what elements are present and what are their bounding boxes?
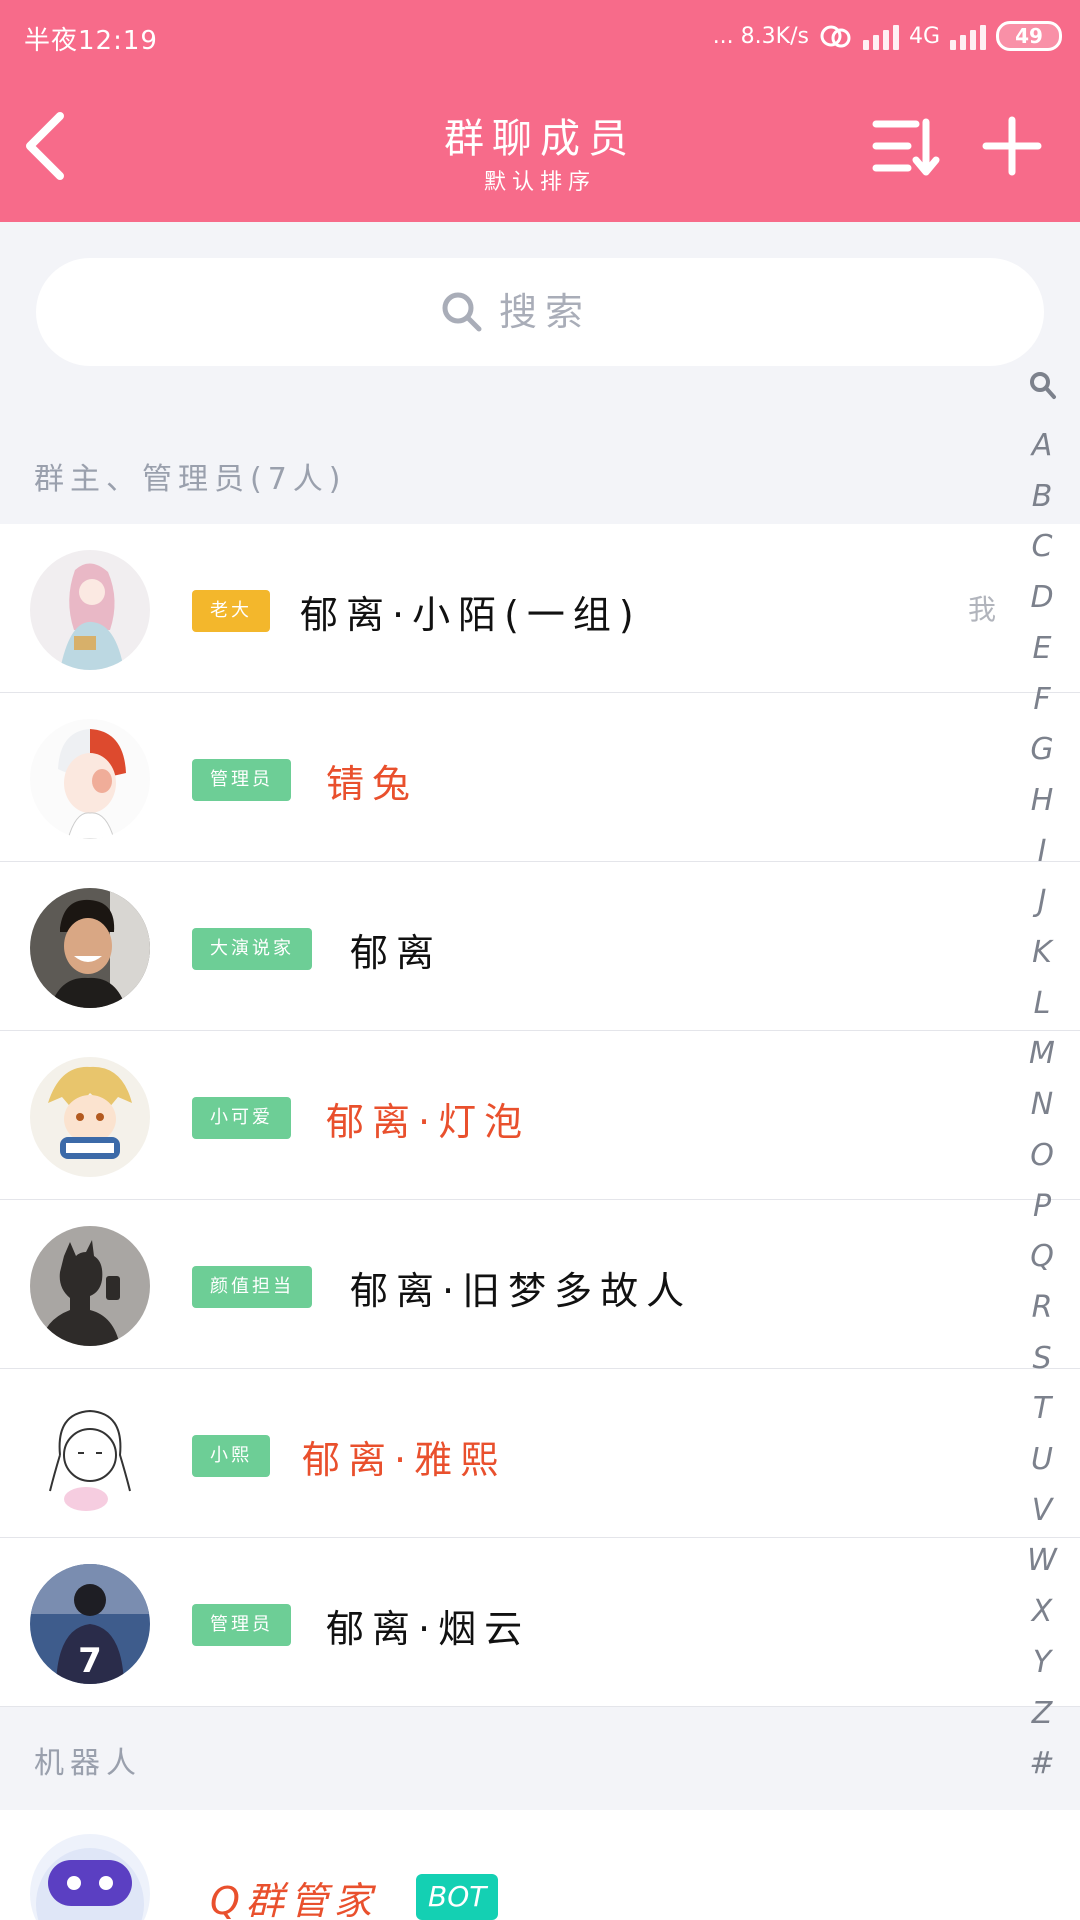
alpha-letter-t[interactable]: T	[1022, 1391, 1062, 1426]
add-member-icon[interactable]	[982, 116, 1042, 176]
alpha-letter-x[interactable]: X	[1022, 1594, 1062, 1629]
alpha-letter-r[interactable]: R	[1022, 1290, 1062, 1325]
avatar[interactable]	[30, 550, 150, 670]
role-badge: 管理员	[192, 1604, 291, 1646]
search-icon[interactable]	[1028, 370, 1058, 402]
alpha-letter-f[interactable]: F	[1022, 682, 1062, 717]
sort-mode-label[interactable]: 默认排序	[340, 164, 740, 196]
alpha-letter-g[interactable]: G	[1022, 732, 1062, 767]
battery-level: 49	[1015, 24, 1043, 48]
member-name: 郁离·小陌(一组)	[300, 593, 642, 637]
member-list: 老大 郁离·小陌(一组) 我 管理员 锖兔 大演说家 郁离 小可爱 郁离·灯泡 …	[0, 524, 1080, 1707]
app-header: 半夜12:19 ... 8.3K/s 4G 49 群聊成员 默认排序	[0, 0, 1080, 222]
alpha-letter-q[interactable]: Q	[1022, 1239, 1062, 1274]
member-row[interactable]: 小可爱 郁离·灯泡	[0, 1031, 1080, 1200]
member-name: 郁离·旧梦多故人	[350, 1269, 693, 1313]
status-bar: 半夜12:19 ... 8.3K/s 4G 49	[0, 0, 1080, 74]
role-badge: 颜值担当	[192, 1266, 312, 1308]
alpha-letter-z[interactable]: Z	[1022, 1696, 1062, 1731]
alpha-letter-s[interactable]: S	[1022, 1341, 1062, 1376]
alpha-letter-p[interactable]: P	[1022, 1189, 1062, 1224]
member-row[interactable]: 7 管理员 郁离·烟云	[0, 1538, 1080, 1707]
member-name: 郁离·雅熙	[302, 1438, 507, 1482]
alpha-letter-n[interactable]: N	[1022, 1087, 1062, 1122]
signal-strength-icon	[862, 22, 899, 50]
alpha-letter-o[interactable]: O	[1022, 1138, 1062, 1173]
alpha-letter-k[interactable]: K	[1022, 935, 1062, 970]
section-header-bots: 机器人	[34, 1746, 142, 1781]
search-icon	[442, 292, 482, 332]
role-badge: 小熙	[192, 1435, 270, 1477]
alpha-letter-a[interactable]: A	[1022, 428, 1062, 463]
page-title: 群聊成员	[444, 116, 636, 162]
avatar[interactable]	[30, 888, 150, 1008]
member-row[interactable]: 颜值担当 郁离·旧梦多故人	[0, 1200, 1080, 1369]
avatar[interactable]	[30, 1057, 150, 1177]
bot-row[interactable]: Q群管家 BOT	[0, 1810, 1080, 1920]
search-bar[interactable]	[36, 258, 1044, 366]
back-icon[interactable]	[20, 108, 72, 184]
alpha-letter-v[interactable]: V	[1022, 1493, 1062, 1528]
section-header-admins: 群主、管理员(7人)	[34, 462, 347, 497]
role-badge: 老大	[192, 590, 270, 632]
network-type: 4G	[908, 23, 940, 49]
member-name: 郁离	[350, 931, 443, 975]
status-time: 半夜12:19	[24, 26, 158, 56]
role-badge: 小可爱	[192, 1097, 291, 1139]
network-speed: ... 8.3K/s	[712, 23, 809, 49]
member-name: 锖兔	[326, 762, 419, 806]
alphabet-index[interactable]: A B C D E F G H I J K L M N O P Q R S T U V W X Y Z #	[1022, 370, 1062, 1781]
avatar[interactable]	[30, 719, 150, 839]
member-name: 郁离·烟云	[326, 1607, 531, 1651]
member-row[interactable]: 大演说家 郁离	[0, 862, 1080, 1031]
alpha-letter-l[interactable]: L	[1022, 986, 1062, 1021]
signal-strength-icon-2	[950, 22, 986, 50]
alpha-letter-y[interactable]: Y	[1022, 1645, 1062, 1680]
alpha-letter-i[interactable]: I	[1022, 834, 1062, 869]
hotspot-icon	[820, 25, 851, 48]
alpha-letter-h[interactable]: H	[1022, 783, 1062, 818]
role-badge: 管理员	[192, 759, 291, 801]
alpha-letter-w[interactable]: W	[1022, 1543, 1062, 1578]
member-row[interactable]: 管理员 锖兔	[0, 693, 1080, 862]
avatar[interactable]: 7	[30, 1564, 150, 1684]
member-row[interactable]: 小熙 郁离·雅熙	[0, 1369, 1080, 1538]
alpha-letter-e[interactable]: E	[1022, 631, 1062, 666]
avatar[interactable]	[30, 1395, 150, 1515]
search-input[interactable]	[499, 290, 639, 334]
member-row[interactable]: 老大 郁离·小陌(一组) 我	[0, 524, 1080, 693]
bot-avatar[interactable]	[30, 1834, 150, 1920]
bot-name: Q群管家	[210, 1879, 378, 1920]
alpha-letter-j[interactable]: J	[1022, 884, 1062, 919]
alpha-letter-c[interactable]: C	[1022, 529, 1062, 564]
alpha-letter-hash[interactable]: #	[1022, 1746, 1062, 1781]
sort-icon[interactable]	[872, 116, 940, 176]
member-name: 郁离·灯泡	[326, 1100, 531, 1144]
self-tag: 我	[967, 593, 996, 626]
alpha-letter-b[interactable]: B	[1022, 479, 1062, 514]
alpha-letter-d[interactable]: D	[1022, 580, 1062, 615]
alpha-letter-u[interactable]: U	[1022, 1442, 1062, 1477]
bot-badge: BOT	[416, 1874, 499, 1920]
alpha-letter-m[interactable]: M	[1022, 1036, 1062, 1071]
svg-text:7: 7	[78, 1641, 102, 1681]
status-indicators: ... 8.3K/s 4G 49	[713, 18, 1062, 54]
battery-icon: 49	[996, 21, 1062, 51]
avatar[interactable]	[30, 1226, 150, 1346]
role-badge: 大演说家	[192, 928, 312, 970]
